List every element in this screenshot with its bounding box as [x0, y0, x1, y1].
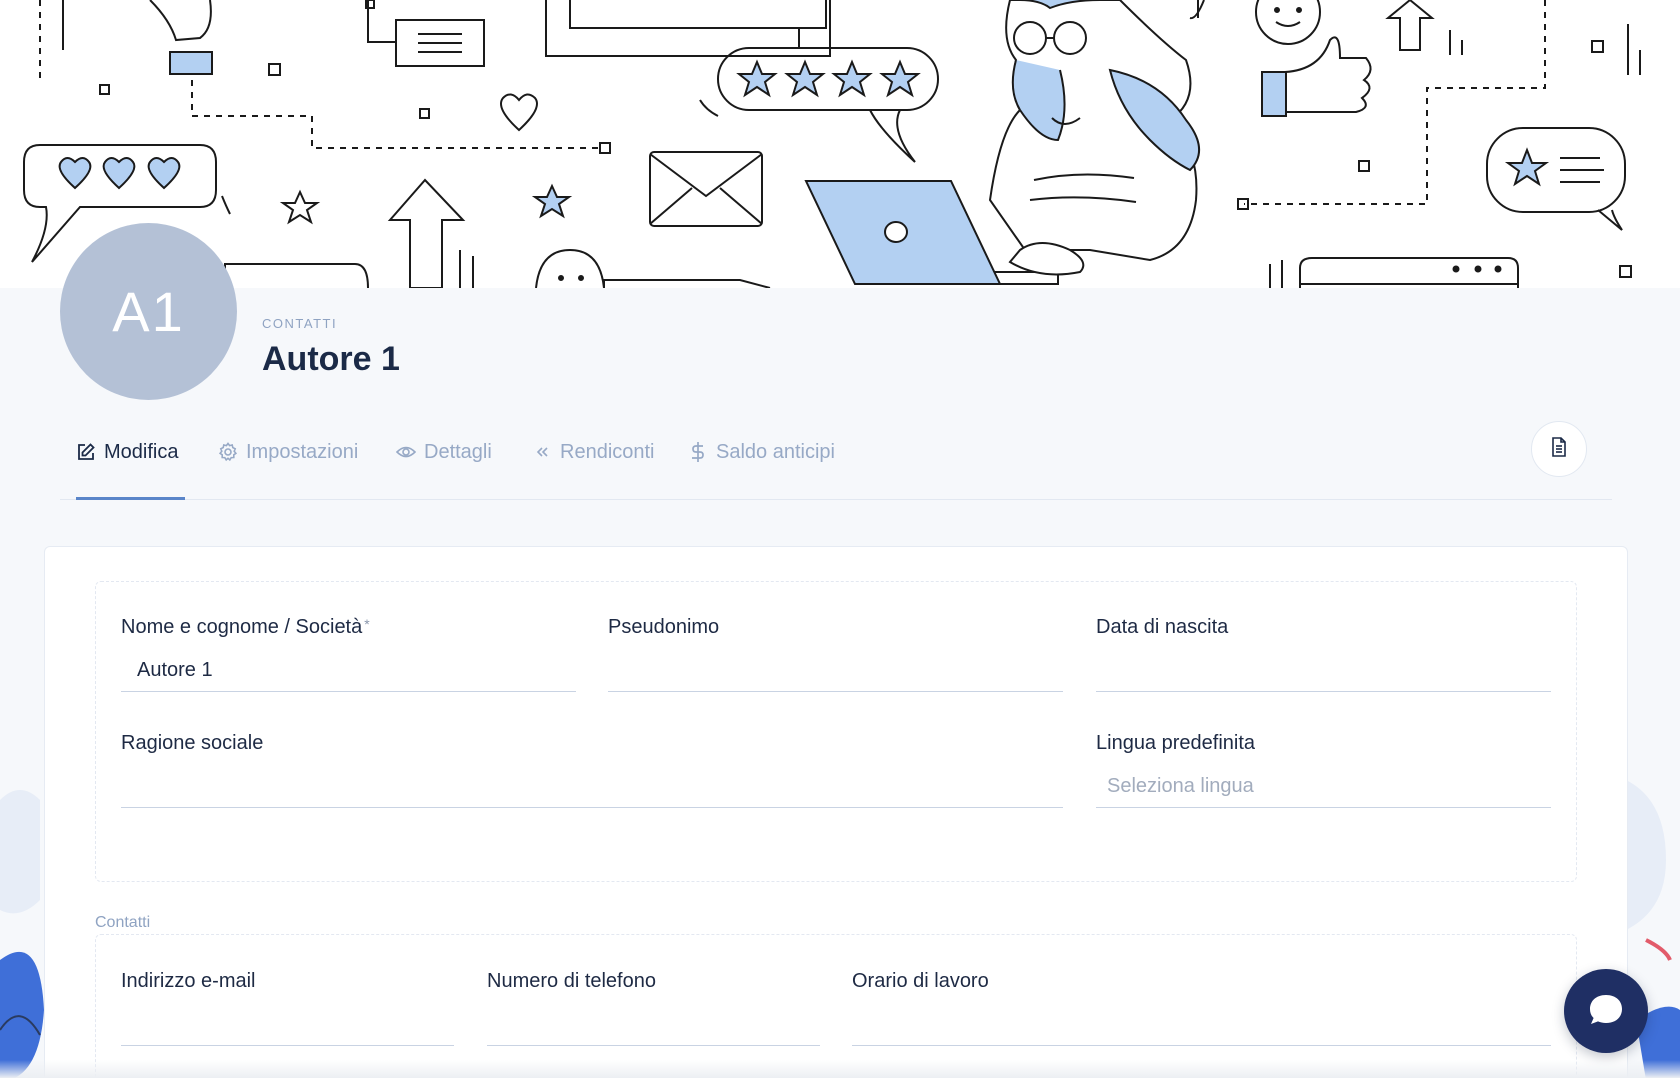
breadcrumb[interactable]: CONTATTI [262, 316, 337, 331]
working-hours-input[interactable] [852, 1004, 1551, 1046]
document-icon [1550, 436, 1568, 462]
tab-label: Impostazioni [246, 440, 359, 463]
document-button[interactable] [1531, 421, 1587, 477]
language-select[interactable] [1096, 766, 1551, 808]
tab-bar: Modifica Impostazioni Dettagli Rendicont… [60, 420, 1612, 500]
language-label: Lingua predefinita [1096, 732, 1256, 754]
language-field: Lingua predefinita [1096, 732, 1551, 816]
eye-icon [396, 442, 416, 462]
birthdate-input[interactable] [1096, 650, 1551, 692]
phone-field: Numero di telefono [487, 970, 820, 1054]
edit-icon [76, 442, 96, 462]
pseudonym-input[interactable] [608, 650, 1063, 692]
required-mark: * [364, 616, 370, 632]
chat-button[interactable] [1564, 969, 1648, 1053]
pseudonym-field: Pseudonimo [608, 616, 1063, 700]
tab-modifica[interactable]: Modifica [76, 434, 178, 470]
company-name-input[interactable] [121, 766, 1063, 808]
tab-label: Rendiconti [560, 440, 655, 463]
company-name-label: Ragione sociale [121, 732, 264, 754]
bottom-fade [0, 1060, 1680, 1078]
birthdate-label: Data di nascita [1096, 616, 1229, 638]
tab-label: Saldo anticipi [716, 440, 835, 463]
contacts-section-title: Contatti [95, 914, 151, 931]
phone-input[interactable] [487, 1004, 820, 1046]
name-field: Nome e cognome / Società * [121, 616, 576, 700]
working-hours-label: Orario di lavoro [852, 970, 989, 992]
tab-label: Modifica [104, 440, 179, 463]
working-hours-field: Orario di lavoro [852, 970, 1551, 1054]
avatar: A1 [60, 223, 237, 400]
gear-icon [218, 442, 238, 462]
birthdate-field: Data di nascita [1096, 616, 1551, 700]
active-tab-indicator [76, 497, 185, 500]
double-chevron-left-icon [532, 442, 552, 462]
page-title: Autore 1 [262, 340, 400, 378]
email-label: Indirizzo e-mail [121, 970, 256, 992]
company-name-field: Ragione sociale [121, 732, 1063, 816]
avatar-initials: A1 [112, 280, 185, 343]
tab-rendiconti[interactable]: Rendiconti [532, 434, 655, 470]
name-input[interactable] [121, 650, 576, 692]
tab-dettagli[interactable]: Dettagli [396, 434, 492, 470]
pseudonym-label: Pseudonimo [608, 616, 720, 638]
name-label: Nome e cognome / Società * [121, 616, 370, 638]
phone-label: Numero di telefono [487, 970, 656, 992]
email-input[interactable] [121, 1004, 454, 1046]
tab-impostazioni[interactable]: Impostazioni [218, 434, 358, 470]
tab-saldo-anticipi[interactable]: Saldo anticipi [688, 434, 835, 470]
chat-bubble-icon [1586, 989, 1626, 1034]
email-field: Indirizzo e-mail [121, 970, 454, 1054]
header-banner-illustration [0, 0, 1680, 288]
tab-label: Dettagli [424, 440, 492, 463]
dollar-icon [688, 442, 708, 462]
